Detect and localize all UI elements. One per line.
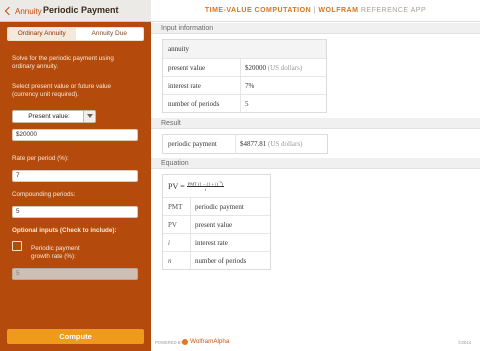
result-table: periodic payment $4877.81 (US dollars): [162, 134, 328, 154]
select-help-text: Select present value or future value (cu…: [12, 83, 112, 98]
intro-text: Solve for the periodic payment using ord…: [12, 55, 114, 70]
equation-heading: Equation: [151, 158, 480, 169]
equation-formula: PV = PMT (1 − (1 + i)−n) i: [168, 179, 225, 193]
table-row: n number of periods: [163, 251, 270, 269]
periods-input[interactable]: 5: [12, 206, 138, 218]
wolframalpha-logo[interactable]: WolframAlpha: [182, 338, 229, 345]
annuity-type-label: annuity: [168, 45, 189, 53]
growth-rate-input[interactable]: 5: [12, 268, 138, 280]
table-row: PV present value: [163, 215, 270, 233]
table-row: annuity: [163, 40, 326, 58]
wolframalpha-icon: [182, 338, 188, 345]
value-input[interactable]: $20000: [12, 129, 138, 141]
app-title: TIME-VALUE COMPUTATION | WOLFRAM REFEREN…: [204, 7, 427, 14]
page-title: Periodic Payment: [43, 5, 119, 15]
table-row: periodic payment $4877.81 (US dollars): [163, 135, 327, 153]
annuity-type-segmented-control: Ordinary Annuity Annuity Due: [7, 27, 144, 41]
table-row: PMT periodic payment: [163, 197, 270, 215]
back-button[interactable]: Annuity: [3, 4, 42, 18]
equation-table: PV = PMT (1 − (1 + i)−n) i PMT periodic …: [162, 174, 271, 270]
table-row: present value $20000 (US dollars): [163, 58, 326, 76]
nav-bar: Annuity Periodic Payment: [0, 0, 151, 22]
equation-fraction: PMT (1 − (1 + i)−n) i: [186, 179, 225, 193]
rate-label: Rate per period (%):: [12, 155, 69, 162]
value-type-selected: Present value:: [28, 113, 70, 120]
compute-button[interactable]: Compute: [7, 329, 144, 344]
back-label: Annuity: [15, 6, 42, 16]
tab-ordinary-annuity[interactable]: Ordinary Annuity: [8, 28, 76, 40]
optional-inputs-label: Optional inputs (Check to include):: [12, 227, 117, 234]
rate-input[interactable]: 7: [12, 170, 138, 182]
result-heading: Result: [151, 118, 480, 129]
input-panel: Annuity Periodic Payment Ordinary Annuit…: [0, 0, 151, 351]
growth-rate-label: Periodic payment growth rate (%):: [31, 245, 80, 260]
result-label: periodic payment: [163, 135, 236, 153]
result-value: $4877.81 (US dollars): [240, 140, 303, 148]
chevron-left-icon: [4, 6, 14, 16]
input-info-heading: Input information: [151, 23, 480, 34]
copyright: ©2014: [458, 340, 472, 345]
table-row: i interest rate: [163, 233, 270, 251]
periods-label: Compounding periods:: [12, 191, 76, 198]
tab-annuity-due[interactable]: Annuity Due: [75, 28, 143, 40]
table-row: number of periods 5: [163, 94, 326, 112]
growth-rate-checkbox[interactable]: [12, 241, 22, 251]
input-info-table: annuity present value $20000 (US dollars…: [162, 39, 327, 113]
chevron-down-icon[interactable]: [83, 111, 95, 122]
value-type-dropdown[interactable]: Present value:: [12, 110, 96, 123]
app-header: TIME-VALUE COMPUTATION | WOLFRAM REFEREN…: [151, 0, 480, 22]
table-row: interest rate 7%: [163, 76, 326, 94]
powered-by-label: POWERED BY: [155, 340, 184, 345]
